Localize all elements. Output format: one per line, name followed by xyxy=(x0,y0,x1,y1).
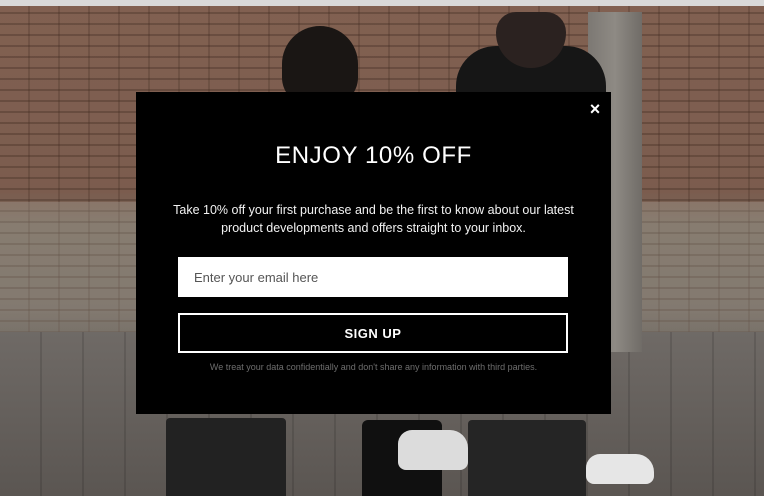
popup-title: ENJOY 10% OFF xyxy=(275,142,472,169)
popup-description: Take 10% off your first purchase and be … xyxy=(173,203,574,235)
sneaker xyxy=(398,430,468,470)
sneaker xyxy=(586,454,654,484)
newsletter-popup: × ENJOY 10% OFF Take 10% off your first … xyxy=(136,92,611,414)
email-input[interactable] xyxy=(178,257,568,297)
suitcase-left xyxy=(166,418,286,496)
privacy-disclaimer: We treat your data confidentially and do… xyxy=(209,362,538,372)
sign-up-button[interactable]: SIGN UP xyxy=(178,313,568,353)
suitcase-right xyxy=(468,420,586,496)
close-icon[interactable]: × xyxy=(584,98,606,120)
page: × ENJOY 10% OFF Take 10% off your first … xyxy=(0,0,764,496)
